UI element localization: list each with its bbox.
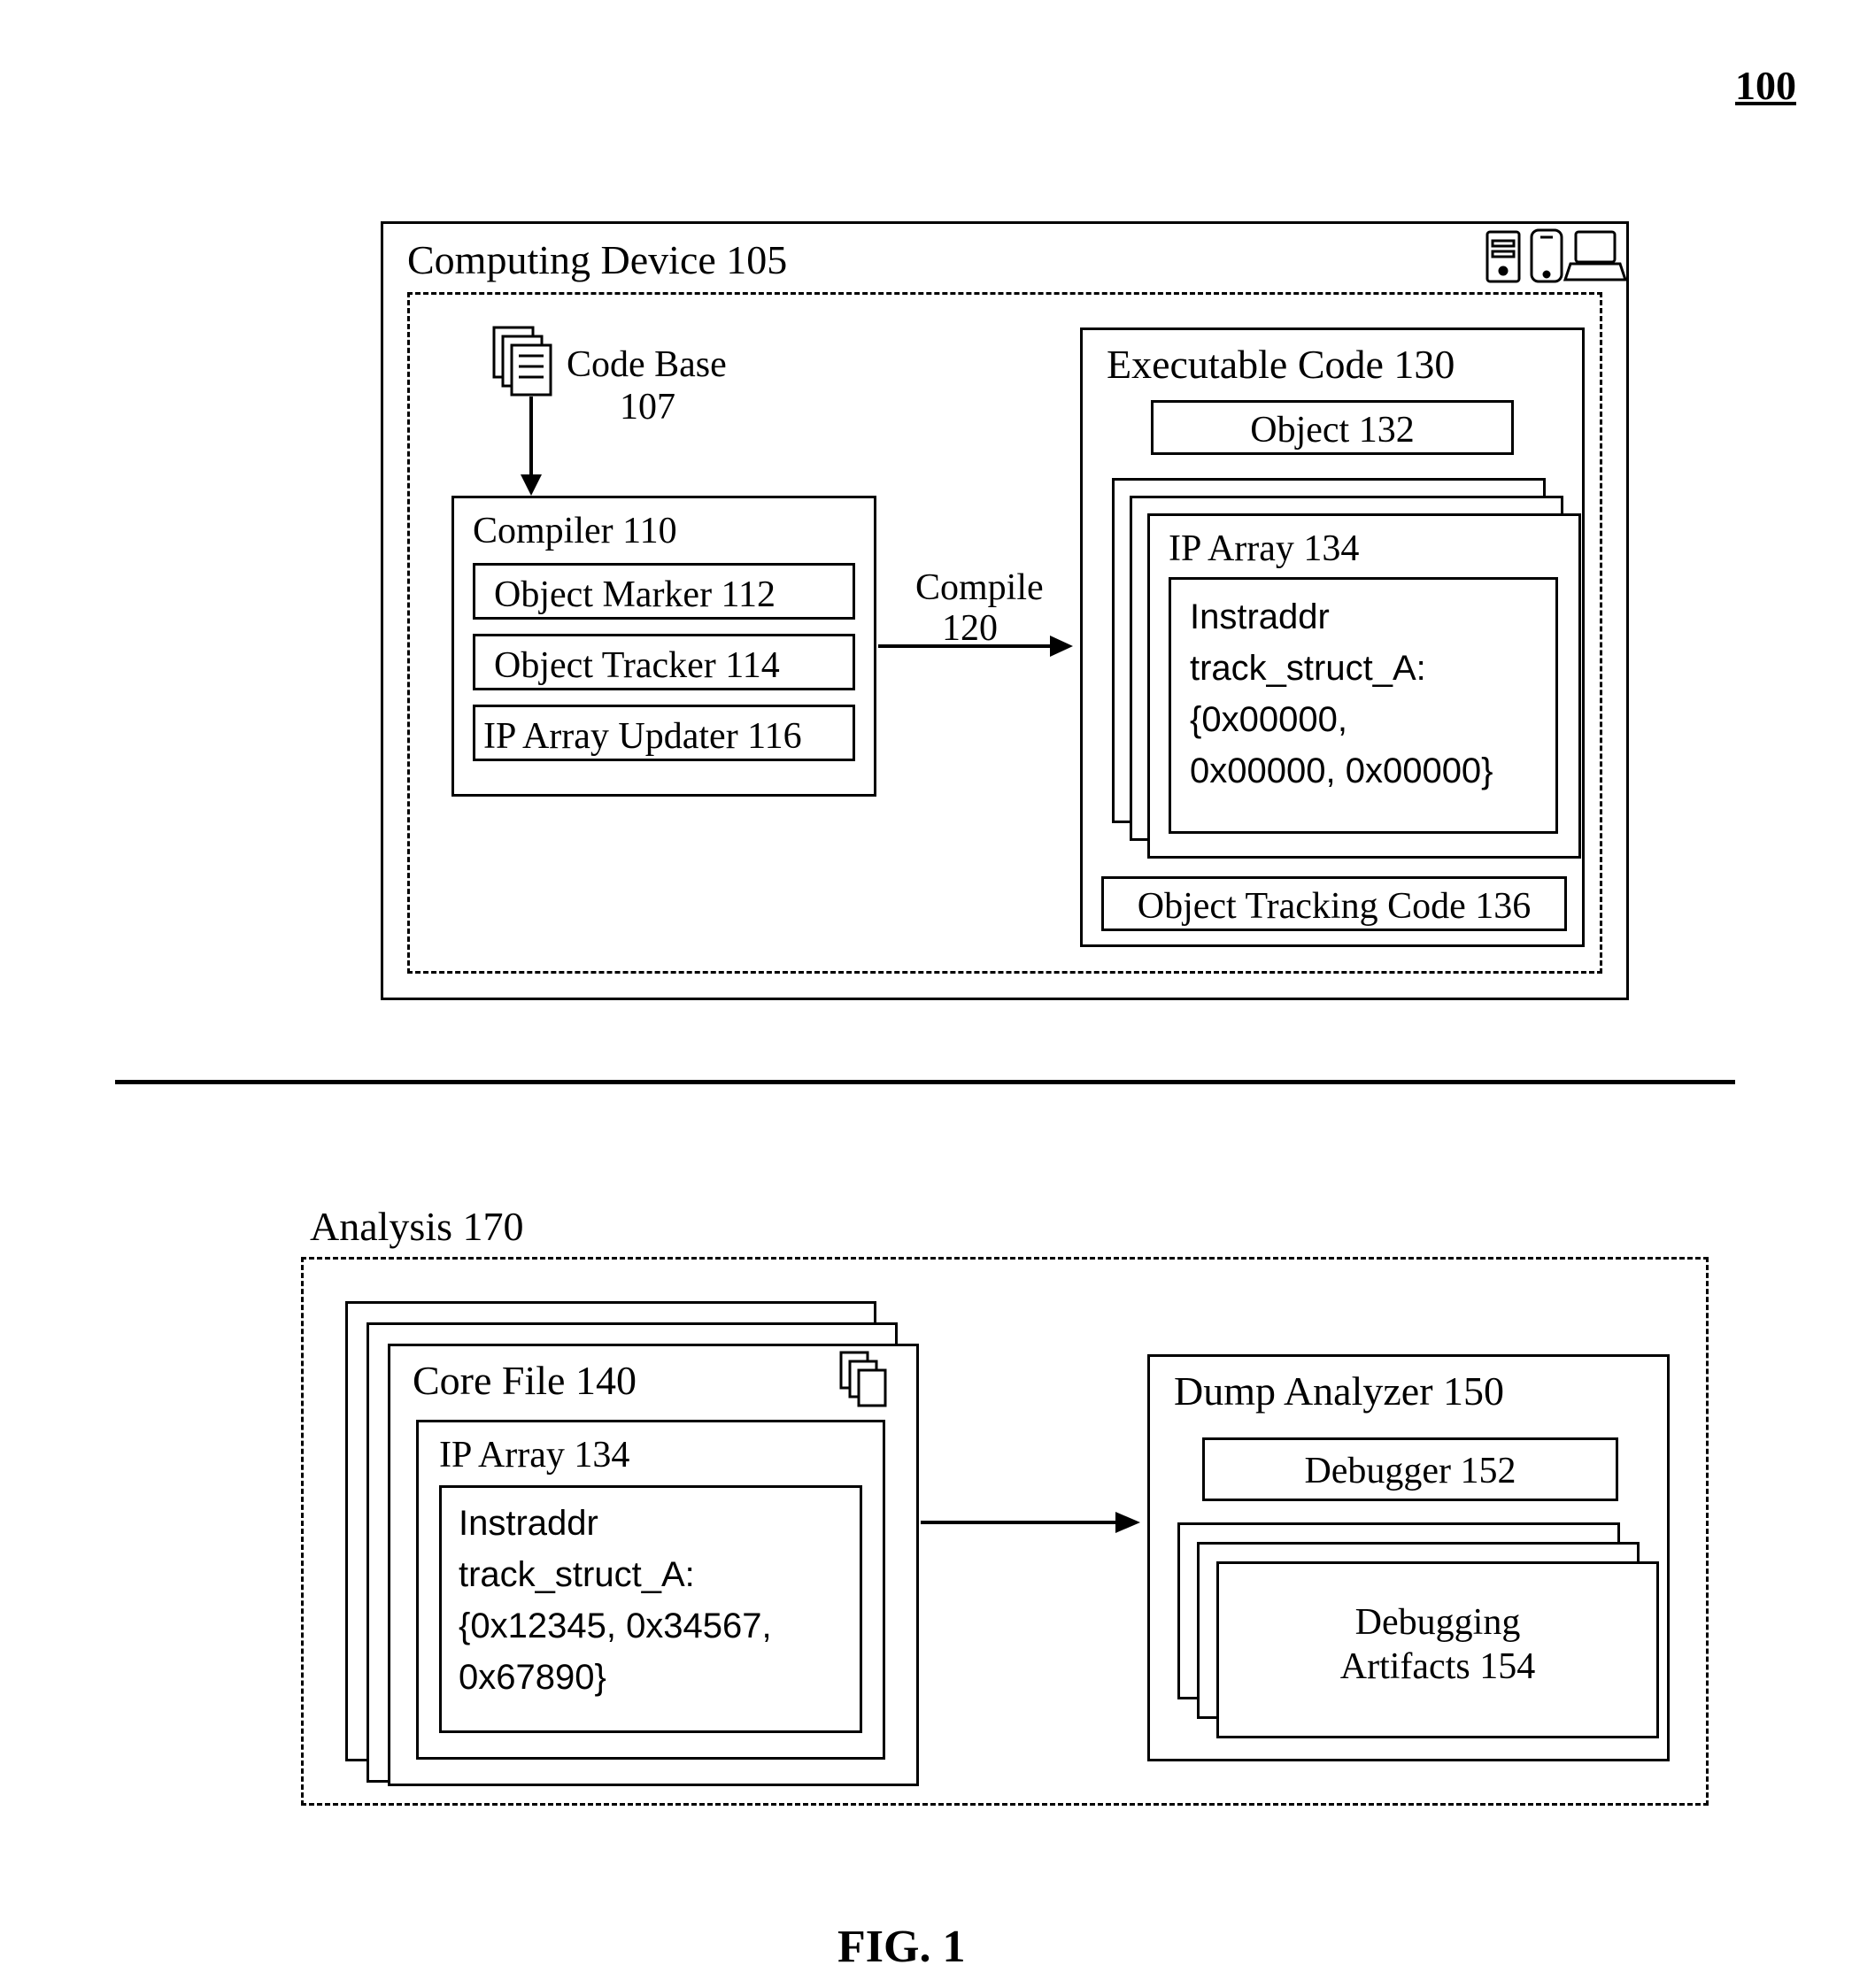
diagram-canvas: 100 Computing Device 105 <box>0 0 1852 1988</box>
analysis-title: Analysis 170 <box>310 1204 524 1251</box>
ip-array-top-text: Instraddr track_struct_A: {0x00000, 0x00… <box>1190 591 1493 797</box>
debugging-artifacts-label: Debugging Artifacts 154 <box>1216 1600 1659 1690</box>
ip-array-top-title: IP Array 134 <box>1169 528 1359 570</box>
compile-label: Compile <box>915 566 1044 609</box>
ip-array-core-text: Instraddr track_struct_A: {0x12345, 0x34… <box>459 1498 772 1703</box>
core-file-title: Core File 140 <box>413 1358 637 1405</box>
debugger-label: Debugger 152 <box>1202 1450 1618 1492</box>
separator-line <box>115 1080 1735 1084</box>
figure-reference-number: 100 <box>1735 62 1796 109</box>
object-tracking-code-label: Object Tracking Code 136 <box>1101 885 1567 928</box>
ip-array-core-title: IP Array 134 <box>439 1434 629 1476</box>
compile-num: 120 <box>942 607 998 650</box>
object-marker-label: Object Marker 112 <box>494 574 776 616</box>
object-132-label: Object 132 <box>1151 409 1514 451</box>
compiler-title: Compiler 110 <box>473 510 677 552</box>
code-base-num: 107 <box>620 386 675 428</box>
executable-code-title: Executable Code 130 <box>1107 342 1455 389</box>
ip-array-updater-label: IP Array Updater 116 <box>483 715 802 758</box>
object-tracker-label: Object Tracker 114 <box>494 644 780 687</box>
code-base-label: Code Base <box>567 343 727 386</box>
dump-analyzer-title: Dump Analyzer 150 <box>1174 1368 1504 1415</box>
figure-caption: FIG. 1 <box>837 1921 965 1973</box>
computing-device-title: Computing Device 105 <box>407 237 787 284</box>
